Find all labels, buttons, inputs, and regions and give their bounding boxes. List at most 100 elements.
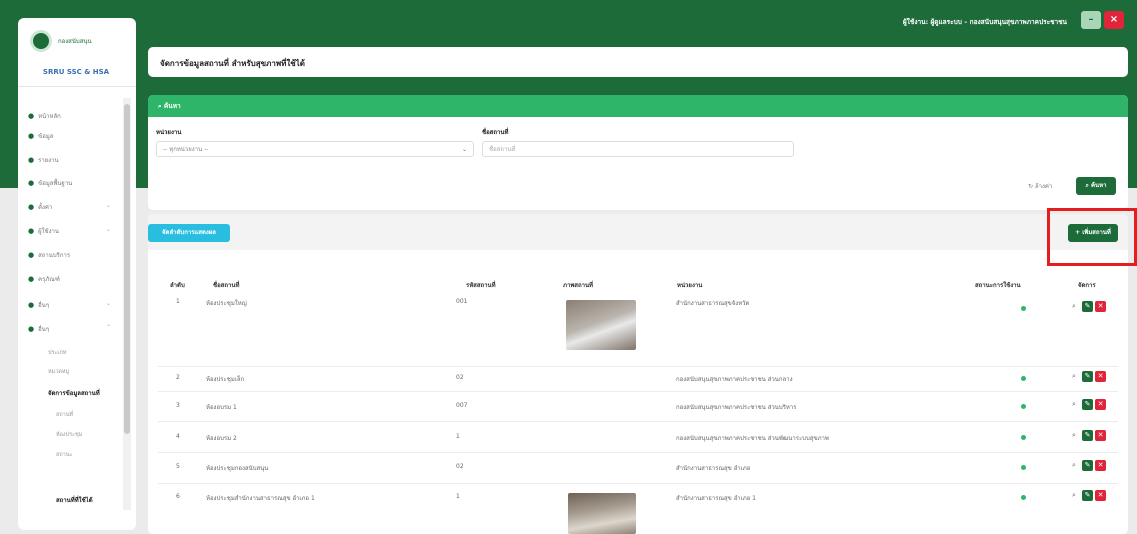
org-name: สำนักงานสาธารณสุข อำเภอ 1	[676, 495, 756, 502]
delete-icon[interactable]: ✕	[1095, 399, 1106, 410]
chevron-down-icon: ⌄	[461, 146, 467, 153]
search-icon[interactable]: ⌕	[1072, 372, 1076, 381]
sidebar-item-home[interactable]: ● หน้าหลัก	[28, 111, 61, 121]
sidebar-item-users[interactable]: ● ผู้ใช้งาน ⌄	[28, 226, 111, 236]
row-separator	[158, 483, 1118, 484]
sidebar-subitem-active[interactable]: สถานที่ที่ใช้ได้	[56, 495, 93, 505]
org-name: สำนักงานสาธารณสุขจังหวัด	[676, 300, 750, 307]
edit-icon[interactable]: ✎	[1082, 490, 1093, 501]
status-dot-icon	[1021, 404, 1026, 409]
search-icon[interactable]: ⌕	[1072, 491, 1076, 500]
sidebar-item-settings[interactable]: ● ตั้งค่า ⌄	[28, 202, 111, 212]
logo-icon	[30, 30, 52, 52]
column-header: สถานะการใช้งาน	[975, 282, 1021, 289]
place-name-label: ชื่อสถานที่	[482, 129, 509, 136]
search-button[interactable]: ⌕ ค้นหา	[1076, 177, 1116, 195]
sidebar-item-label: อื่นๆ	[38, 326, 50, 333]
column-header: ลำดับ	[170, 282, 185, 289]
chevron-up-icon: ⌃	[106, 324, 112, 331]
sidebar-item-facility[interactable]: ● สถานบริการ	[28, 250, 70, 260]
list-toolbar: จัดลำดับการแสดงผล + เพิ่มสถานที่	[148, 214, 1128, 250]
dot-icon: ●	[28, 132, 35, 140]
chevron-down-icon: ⌄	[106, 300, 112, 307]
sidebar-subitem[interactable]: สถานะ	[56, 451, 73, 459]
app-name: SRRU SSC & HSA	[42, 68, 110, 76]
edit-icon[interactable]: ✎	[1082, 460, 1093, 471]
page-title: จัดการข้อมูลสถานที่ สำหรับสุขภาพที่ใช้ได…	[160, 59, 305, 68]
manage-order-button[interactable]: จัดลำดับการแสดงผล	[148, 224, 230, 242]
column-header: ชื่อสถานที่	[213, 282, 240, 289]
place-code: 1	[456, 433, 460, 440]
sidebar-subitem-active[interactable]: จัดการข้อมูลสถานที่	[48, 388, 100, 398]
search-card: ⌕ ค้นหา หน่วยงาน -- ทุกหน่วยงาน -- ⌄ ชื่อ…	[148, 95, 1128, 210]
sidebar-subitem[interactable]: ห้องประชุม	[56, 431, 82, 439]
sidebar-item-label: ตั้งค่า	[38, 204, 53, 211]
sidebar-item-other-2[interactable]: ● อื่นๆ ⌃	[28, 324, 111, 334]
org-name: กองสนับสนุนสุขภาพภาคประชาชน ส่วนพัฒนาระบ…	[676, 435, 829, 442]
dot-icon: ●	[28, 251, 35, 259]
search-button-label: ค้นหา	[1091, 182, 1107, 189]
sidebar-item-data[interactable]: ● ข้อมูล	[28, 131, 53, 141]
row-separator	[158, 366, 1118, 367]
dot-icon: ●	[28, 325, 35, 333]
org-name: สำนักงานสาธารณสุข อำเภอ	[676, 465, 751, 472]
place-code: 001	[456, 298, 468, 305]
page-header: จัดการข้อมูลสถานที่ สำหรับสุขภาพที่ใช้ได…	[148, 47, 1128, 77]
sidebar-item-label: สถานบริการ	[38, 252, 71, 259]
row-number: 4	[176, 433, 180, 440]
minus-icon: –	[1088, 14, 1094, 25]
search-icon[interactable]: ⌕	[1072, 302, 1076, 311]
delete-icon[interactable]: ✕	[1095, 371, 1106, 382]
org-name: กองสนับสนุนสุขภาพภาคประชาชน ส่วนบริหาร	[676, 404, 797, 411]
delete-icon[interactable]: ✕	[1095, 301, 1106, 312]
sidebar-item-other-1[interactable]: ● อื่นๆ ⌄	[28, 300, 111, 310]
edit-icon[interactable]: ✎	[1082, 301, 1093, 312]
sidebar-subitem[interactable]: หมวดหมู่	[48, 368, 69, 376]
dot-icon: ●	[28, 275, 35, 283]
place-code: 1	[456, 493, 460, 500]
sidebar-scroll-thumb[interactable]	[124, 104, 130, 434]
sidebar-item-equipment[interactable]: ● ครุภัณฑ์	[28, 274, 60, 284]
place-name: ห้องประชุมสำนักงานสาธารณสุข อำเภอ 1	[206, 495, 315, 502]
search-header: ⌕ ค้นหา	[148, 95, 1128, 117]
sidebar-item-basic[interactable]: ● ข้อมูลพื้นฐาน	[28, 178, 72, 188]
place-name: ห้องประชุมกองสนับสนุน	[206, 465, 269, 472]
sidebar-item-label: ข้อมูล	[38, 133, 54, 140]
place-image	[568, 493, 636, 534]
row-number: 1	[176, 298, 180, 305]
dot-icon: ●	[28, 179, 35, 187]
search-icon[interactable]: ⌕	[1072, 461, 1076, 470]
refresh-icon: ↻	[1028, 183, 1035, 190]
delete-icon[interactable]: ✕	[1095, 460, 1106, 471]
row-number: 2	[176, 374, 180, 381]
org-select[interactable]: -- ทุกหน่วยงาน -- ⌄	[156, 141, 474, 157]
row-number: 6	[176, 493, 180, 500]
list-card: จัดลำดับการแสดงผล + เพิ่มสถานที่	[148, 214, 1128, 534]
column-header: จัดการ	[1078, 282, 1096, 289]
clear-label: ล้างค่า	[1034, 183, 1053, 190]
column-header: รหัสสถานที่	[466, 282, 496, 289]
dot-icon: ●	[28, 227, 35, 235]
delete-icon[interactable]: ✕	[1095, 430, 1106, 441]
delete-icon[interactable]: ✕	[1095, 490, 1106, 501]
org-select-value: -- ทุกหน่วยงาน --	[163, 146, 209, 153]
place-code: 007	[456, 402, 468, 409]
sidebar-item-label: ผู้ใช้งาน	[38, 228, 60, 235]
clear-button[interactable]: ↻ ล้างค่า	[1028, 181, 1052, 191]
edit-icon[interactable]: ✎	[1082, 430, 1093, 441]
sidebar-subitem[interactable]: สถานที่	[56, 411, 73, 419]
edit-icon[interactable]: ✎	[1082, 399, 1093, 410]
minimize-button[interactable]: –	[1081, 11, 1101, 29]
sidebar-subitem[interactable]: ประเภท	[48, 349, 67, 357]
sidebar-item-report[interactable]: ● รายงาน	[28, 155, 59, 165]
place-name-input[interactable]: ชื่อสถานที่	[482, 141, 794, 157]
status-dot-icon	[1021, 376, 1026, 381]
search-icon[interactable]: ⌕	[1072, 431, 1076, 440]
search-icon[interactable]: ⌕	[1072, 400, 1076, 409]
close-button[interactable]: ×	[1104, 11, 1124, 29]
dot-icon: ●	[28, 203, 35, 211]
place-name: ห้องประชุมใหญ่	[206, 300, 247, 307]
logo-text: กองสนับสนุน	[58, 38, 92, 45]
edit-icon[interactable]: ✎	[1082, 371, 1093, 382]
row-number: 3	[176, 402, 180, 409]
